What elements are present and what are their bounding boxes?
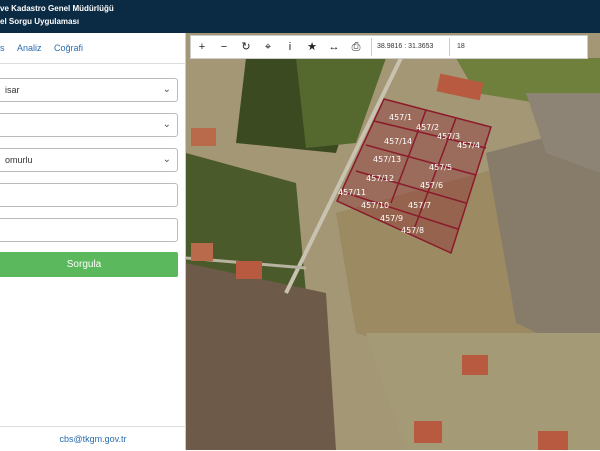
block-input[interactable] [0,183,178,207]
header-title-line2: el Sorgu Uygulaması [0,17,80,26]
zoom-out-icon[interactable]: − [215,39,233,55]
toolbar-divider [371,38,372,56]
header-title-line1: ve Kadastro Genel Müdürlüğü [0,4,114,13]
info-icon[interactable]: i [281,39,299,55]
parcel-label[interactable]: 457/3 [437,132,460,141]
map-view[interactable]: 457/1 457/2 457/3 457/4 457/14 457/13 45… [186,33,600,450]
parcel-label[interactable]: 457/5 [429,163,452,172]
parcel-label[interactable]: 457/12 [366,174,394,183]
tab-sorgu[interactable]: s [0,43,5,53]
parcel-label[interactable]: 457/10 [361,201,389,210]
footer-email-link[interactable]: cbs@tkgm.gov.tr [60,434,127,444]
district-select[interactable]: ⌄ [0,113,178,137]
neighborhood-select[interactable]: omurlu ⌄ [0,148,178,172]
favorite-icon[interactable]: ★ [303,39,321,55]
locate-icon[interactable]: ⌖ [259,39,277,55]
chevron-down-icon: ⌄ [162,84,171,95]
toolbar-divider [449,38,450,56]
tab-cografi[interactable]: Coğrafi [54,43,83,53]
parcel-label[interactable]: 457/1 [389,113,412,122]
parcel-overlay[interactable]: 457/1 457/2 457/3 457/4 457/14 457/13 45… [186,33,600,450]
province-select-value: isar [5,85,20,95]
parcel-label[interactable]: 457/8 [401,226,424,235]
chevron-down-icon: ⌄ [162,119,171,130]
parcel-input[interactable] [0,218,178,242]
tab-bar: s Analiz Coğrafi [0,33,186,64]
map-toolbar: + − ↻ ⌖ i ★ ↔ ⎙ 38.9816 : 31.3653 18 [190,35,588,59]
coordinate-readout: 38.9816 : 31.3653 [377,43,434,50]
app-header: ve Kadastro Genel Müdürlüğü el Sorgu Uyg… [0,0,600,33]
parcel-label[interactable]: 457/7 [408,201,431,210]
query-button[interactable]: Sorgula [0,252,178,277]
parcel-label[interactable]: 457/14 [384,137,412,146]
province-select[interactable]: isar ⌄ [0,78,178,102]
zoom-level-readout: 18 [457,43,465,50]
parcel-label[interactable]: 457/2 [416,123,439,132]
tab-analiz[interactable]: Analiz [17,43,42,53]
parcel-label[interactable]: 457/13 [373,155,401,164]
parcel-label[interactable]: 457/4 [457,141,480,150]
neighborhood-select-value: omurlu [5,155,33,165]
parcel-label[interactable]: 457/9 [380,214,403,223]
footer-email[interactable]: cbs@tkgm.gov.tr [0,426,186,451]
sidebar: s Analiz Coğrafi isar ⌄ ⌄ omurlu ⌄ Sorgu… [0,33,186,450]
parcel-label[interactable]: 457/6 [420,181,443,190]
measure-icon[interactable]: ↔ [325,39,343,55]
refresh-icon[interactable]: ↻ [237,39,255,55]
parcel-label[interactable]: 457/11 [338,188,366,197]
chevron-down-icon: ⌄ [162,154,171,165]
zoom-in-icon[interactable]: + [193,39,211,55]
print-icon[interactable]: ⎙ [347,39,365,55]
